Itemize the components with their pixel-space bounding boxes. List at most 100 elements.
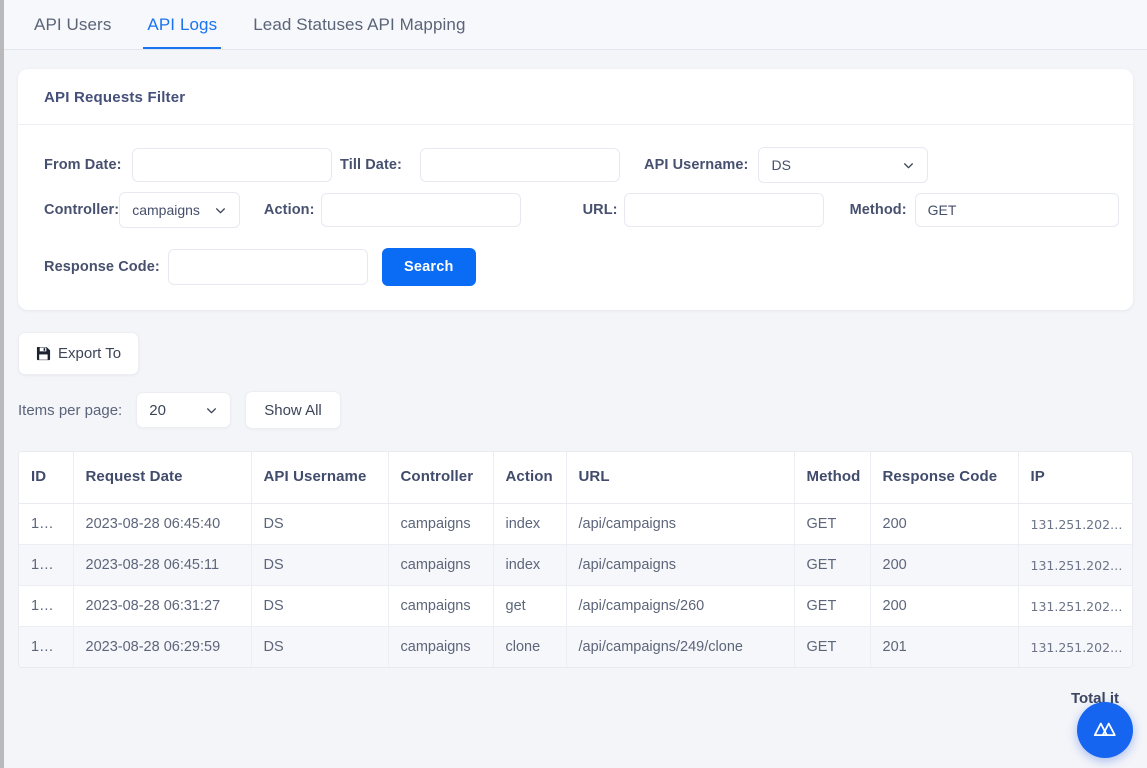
items-per-page-value: 20 <box>149 401 166 419</box>
cell-action: clone <box>493 626 567 667</box>
cell-id: 1387 <box>19 544 74 586</box>
table-row[interactable]: 1388 2023-08-28 06:45:40 DS campaigns in… <box>19 503 1132 545</box>
column-header-response-code[interactable]: Response Code <box>870 452 1019 504</box>
method-input[interactable] <box>914 193 1119 227</box>
cell-action: get <box>493 585 567 627</box>
tab-lead-statuses-api-mapping[interactable]: Lead Statuses API Mapping <box>235 0 483 49</box>
tab-label: API Users <box>34 14 112 34</box>
filter-card-body: From Date: Till Date: API Username: DS C… <box>18 125 1133 310</box>
cell-api-username: DS <box>251 544 389 586</box>
url-input[interactable] <box>623 193 824 227</box>
cell-response-code: 200 <box>870 544 1019 586</box>
cell-ip: 131.251.202.20 <box>1018 544 1132 586</box>
app-page: API Users API Logs Lead Statuses API Map… <box>0 0 1147 768</box>
column-header-url[interactable]: URL <box>566 452 795 504</box>
till-date-label: Till Date: <box>340 157 402 173</box>
cell-api-username: DS <box>251 503 389 545</box>
tab-bar: API Users API Logs Lead Statuses API Map… <box>4 0 1147 50</box>
column-header-request-date[interactable]: Request Date <box>73 452 252 504</box>
table-body: 1388 2023-08-28 06:45:40 DS campaigns in… <box>19 503 1132 667</box>
cell-controller: campaigns <box>388 544 494 586</box>
cell-ip: 131.251.202.20 <box>1018 503 1132 545</box>
response-code-input[interactable] <box>168 249 368 285</box>
chevron-down-icon <box>902 159 915 172</box>
till-date-input[interactable] <box>420 148 620 182</box>
cell-id: 1377 <box>19 585 74 627</box>
api-username-label: API Username: <box>644 157 749 173</box>
items-per-page-row: Items per page: 20 Show All <box>18 391 1147 429</box>
cell-request-date: 2023-08-28 06:29:59 <box>73 626 252 667</box>
save-icon <box>36 346 51 361</box>
total-items-label: Total it <box>1070 690 1119 707</box>
cell-controller: campaigns <box>388 503 494 545</box>
cell-request-date: 2023-08-28 06:45:40 <box>73 503 252 545</box>
cell-controller: campaigns <box>388 585 494 627</box>
search-button[interactable]: Search <box>382 248 476 286</box>
cell-id: 1376 <box>19 626 74 667</box>
tab-api-users[interactable]: API Users <box>16 0 129 49</box>
column-header-action[interactable]: Action <box>493 452 567 504</box>
controller-label: Controller: <box>44 202 120 218</box>
table-row[interactable]: 1376 2023-08-28 06:29:59 DS campaigns cl… <box>19 626 1132 667</box>
cell-action: index <box>493 544 567 586</box>
filter-row-3: Response Code: Search <box>44 248 1107 286</box>
column-header-api-username[interactable]: API Username <box>251 452 389 504</box>
cell-response-code: 201 <box>870 626 1019 667</box>
cell-method: GET <box>794 544 871 586</box>
column-header-ip[interactable]: IP <box>1018 452 1132 504</box>
mountain-logo-icon <box>1091 719 1119 742</box>
items-per-page-select[interactable]: 20 <box>136 392 232 428</box>
column-header-id[interactable]: ID <box>19 452 74 504</box>
api-username-select[interactable]: DS <box>758 147 929 183</box>
cell-request-date: 2023-08-28 06:45:11 <box>73 544 252 586</box>
action-label: Action: <box>263 202 315 218</box>
cell-request-date: 2023-08-28 06:31:27 <box>73 585 252 627</box>
controller-value: campaigns <box>132 202 200 218</box>
export-to-label: Export To <box>58 345 122 362</box>
cell-id: 1388 <box>19 503 74 545</box>
chevron-down-icon <box>214 204 227 217</box>
cell-ip: 131.251.202.20 <box>1030 639 1130 655</box>
api-logs-table: ID Request Date API Username Controller … <box>18 451 1133 668</box>
show-all-button[interactable]: Show All <box>245 391 341 429</box>
cell-method: GET <box>794 503 871 545</box>
items-per-page-label: Items per page: <box>18 401 123 419</box>
from-date-input[interactable] <box>132 148 332 182</box>
filter-row-2: Controller: campaigns Action: URL: Metho… <box>44 192 1119 228</box>
help-widget-button[interactable] <box>1077 702 1133 758</box>
api-username-value: DS <box>771 157 791 173</box>
column-header-method[interactable]: Method <box>794 452 871 504</box>
api-requests-filter-card: API Requests Filter From Date: Till Date… <box>18 69 1133 310</box>
filter-card-title: API Requests Filter <box>18 69 1133 125</box>
cell-url: /api/campaigns/249/clone <box>566 626 795 667</box>
from-date-label: From Date: <box>44 157 122 173</box>
export-to-button[interactable]: Export To <box>18 332 140 375</box>
filter-row-1: From Date: Till Date: API Username: DS <box>44 147 1107 183</box>
tab-api-logs[interactable]: API Logs <box>129 0 235 49</box>
cell-action: index <box>493 503 567 545</box>
action-input[interactable] <box>320 193 521 227</box>
tab-label: Lead Statuses API Mapping <box>253 14 466 34</box>
logs-table: ID Request Date API Username Controller … <box>19 452 1132 667</box>
table-row[interactable]: 1377 2023-08-28 06:31:27 DS campaigns ge… <box>19 585 1132 627</box>
controller-select[interactable]: campaigns <box>119 192 240 228</box>
chevron-down-icon <box>205 404 218 417</box>
cell-url: /api/campaigns <box>566 544 795 586</box>
column-header-controller[interactable]: Controller <box>388 452 494 504</box>
cell-url: /api/campaigns <box>566 503 795 545</box>
table-head: ID Request Date API Username Controller … <box>19 452 1132 504</box>
cell-api-username: DS <box>251 585 389 627</box>
cell-api-username: DS <box>251 626 389 667</box>
cell-method: GET <box>794 585 871 627</box>
cell-ip: 131.251.202.20 <box>1018 585 1132 627</box>
response-code-label: Response Code: <box>44 259 160 275</box>
url-label: URL: <box>582 202 618 218</box>
table-header-row: ID Request Date API Username Controller … <box>19 452 1132 504</box>
tab-label: API Logs <box>147 14 218 34</box>
cell-response-code: 200 <box>870 585 1019 627</box>
cell-controller: campaigns <box>388 626 494 667</box>
cell-url: /api/campaigns/260 <box>566 585 795 627</box>
cell-method: GET <box>794 626 871 667</box>
method-label: Method: <box>849 202 907 218</box>
table-row[interactable]: 1387 2023-08-28 06:45:11 DS campaigns in… <box>19 544 1132 586</box>
